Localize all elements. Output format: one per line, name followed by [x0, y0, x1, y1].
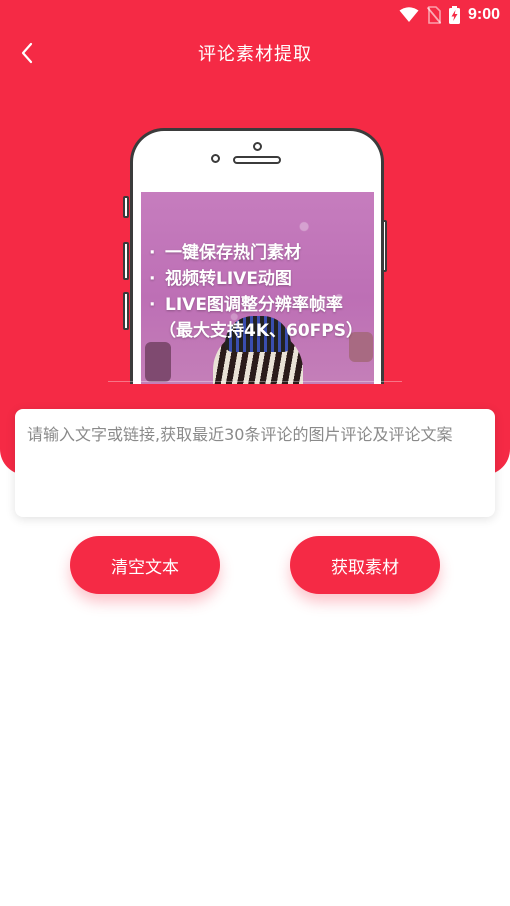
- clear-text-button[interactable]: 清空文本: [70, 536, 220, 594]
- page-title: 评论素材提取: [198, 44, 312, 65]
- back-button[interactable]: [12, 38, 42, 68]
- feature-text: 视频转LIVE动图: [165, 269, 292, 289]
- phone-speaker-icon: [233, 156, 281, 164]
- feature-item: · 一键保存热门素材: [149, 240, 374, 266]
- battery-charging-icon: [448, 6, 460, 24]
- no-sim-icon: [426, 6, 441, 24]
- phone-button-left-3: [123, 292, 129, 330]
- bullet-icon: ·: [149, 269, 156, 289]
- phone-camera-icon: [253, 142, 262, 151]
- text-link-input[interactable]: [27, 421, 483, 505]
- input-card: [15, 409, 495, 517]
- feature-subtext: （最大支持4K、60FPS）: [159, 321, 363, 341]
- illustration-divider: [108, 381, 402, 382]
- chevron-left-icon: [21, 42, 33, 64]
- phone-button-left-1: [123, 196, 129, 218]
- status-time: 9:00: [467, 6, 500, 23]
- feature-text: LIVE图调整分辨率帧率: [165, 295, 343, 315]
- phone-sensor-icon: [211, 154, 220, 163]
- fetch-material-button[interactable]: 获取素材: [290, 536, 440, 594]
- feature-list: · 一键保存热门素材 · 视频转LIVE动图 · LIVE图调整分辨率帧率 （最…: [149, 240, 374, 344]
- feature-text: 一键保存热门素材: [165, 243, 301, 263]
- wifi-icon: [399, 7, 419, 23]
- feature-item: · 视频转LIVE动图: [149, 266, 374, 292]
- screen: 9:00 评论素材提取 · 一键保存热门素材 · 视频转LIVE动图 · LIV…: [0, 0, 510, 906]
- feature-item: · LIVE图调整分辨率帧率: [149, 292, 374, 318]
- phone-illustration: · 一键保存热门素材 · 视频转LIVE动图 · LIVE图调整分辨率帧率 （最…: [108, 112, 402, 384]
- status-bar: 9:00: [0, 0, 510, 30]
- phone-screen-image: · 一键保存热门素材 · 视频转LIVE动图 · LIVE图调整分辨率帧率 （最…: [141, 192, 374, 384]
- title-bar: 评论素材提取: [0, 30, 510, 76]
- screen-hand-left: [145, 342, 171, 382]
- bullet-icon: ·: [149, 243, 156, 263]
- bullet-icon: ·: [149, 295, 156, 315]
- phone-button-left-2: [123, 242, 129, 280]
